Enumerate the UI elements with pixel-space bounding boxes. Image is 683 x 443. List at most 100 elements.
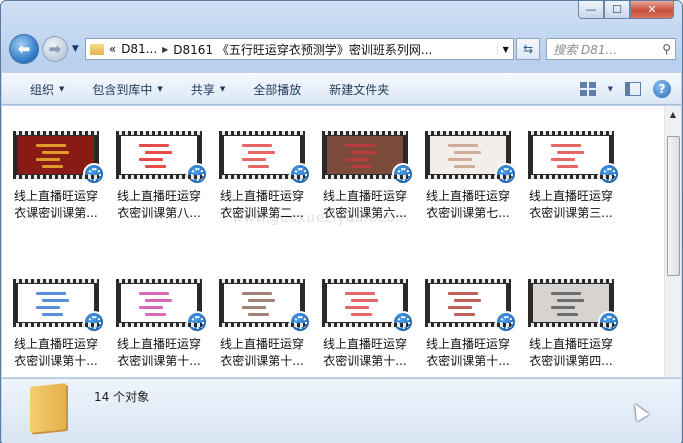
file-name: 线上直播旺运穿 衣密训课第十... <box>219 337 304 368</box>
explorer-window: — ☐ ✕ ⬅ ➡ ▼ « D81... ▶ D8161 《五行旺运穿衣预测学》… <box>0 0 683 443</box>
video-thumbnail[interactable] <box>13 279 105 333</box>
thumbnail-detail <box>42 299 69 302</box>
help-icon[interactable]: ? <box>653 80 671 98</box>
file-item[interactable]: 线上直播旺运穿 衣密训课第十... <box>212 279 312 370</box>
thumbnail-frame <box>533 136 609 174</box>
search-input[interactable]: 搜索 D81... ⚲ <box>546 38 676 60</box>
thumbnail-frame <box>327 284 403 322</box>
video-thumbnail[interactable] <box>425 131 517 185</box>
video-thumbnail[interactable] <box>219 279 311 333</box>
forward-arrow-icon: ➡ <box>48 40 62 58</box>
change-view-icon[interactable] <box>579 82 596 96</box>
video-thumbnail[interactable] <box>322 279 414 333</box>
file-item[interactable]: 线上直播旺运穿 衣密训课第十... <box>109 279 209 370</box>
folder-icon <box>30 383 66 433</box>
media-player-icon <box>289 163 311 185</box>
thumbnail-detail <box>139 144 169 147</box>
organize-menu[interactable]: 组织 ▼ <box>16 81 78 98</box>
thumbnail-frame <box>327 136 403 174</box>
file-item[interactable]: 线上直播旺运穿 衣密训课第四... <box>521 279 621 370</box>
video-thumbnail[interactable] <box>116 279 208 333</box>
media-player-icon <box>186 163 208 185</box>
view-dropdown-icon[interactable]: ▼ <box>608 85 613 93</box>
video-thumbnail[interactable] <box>528 279 620 333</box>
back-arrow-icon: ⬅ <box>17 40 31 58</box>
file-item[interactable]: 线上直播旺运穿 衣密训课第十... <box>315 279 415 370</box>
thumbnail-detail <box>454 299 481 302</box>
video-thumbnail[interactable] <box>425 279 517 333</box>
file-name: 线上直播旺运穿 衣密训课第十... <box>322 337 407 368</box>
share-menu[interactable]: 共享 ▼ <box>177 81 239 98</box>
thumbnail-detail <box>36 292 66 295</box>
preview-pane-icon[interactable] <box>625 82 641 96</box>
video-thumbnail[interactable] <box>528 131 620 185</box>
organize-label: 组织 <box>30 82 55 97</box>
file-item[interactable]: 线上直播旺运穿 衣密训课第三... <box>521 131 621 222</box>
breadcrumb-parent[interactable]: D81... <box>121 42 157 56</box>
thumbnail-detail <box>448 144 478 147</box>
file-item[interactable]: 线上直播旺运穿 衣密训课第七... <box>418 131 518 222</box>
search-icon[interactable]: ⚲ <box>662 42 671 56</box>
file-item[interactable]: 线上直播旺运穿 衣密训课第六... <box>315 131 415 222</box>
scrollbar-thumb[interactable] <box>667 136 680 276</box>
address-bar[interactable]: « D81... ▶ D8161 《五行旺运穿衣预测学》密训班系列网... ▼ <box>84 38 515 60</box>
thumbnail-detail <box>454 313 475 316</box>
file-name: 线上直播旺运穿 衣密训课第六... <box>322 189 407 220</box>
play-all-button[interactable]: 全部播放 <box>239 81 315 98</box>
thumbnail-detail <box>139 306 163 309</box>
address-dropdown-icon[interactable]: ▼ <box>497 44 513 54</box>
file-item[interactable]: 线上直播旺运穿 衣密训课第十... <box>6 279 106 370</box>
thumbnail-detail <box>351 313 372 316</box>
details-pane: 14 个对象 <box>2 378 681 443</box>
navigation-bar: ⬅ ➡ ▼ « D81... ▶ D8161 《五行旺运穿衣预测学》密训班系列网… <box>9 33 676 65</box>
maximize-button[interactable]: ☐ <box>604 1 630 19</box>
thumbnail-detail <box>345 158 369 161</box>
file-item[interactable]: 线上直播旺运穿 衣密训课第八... <box>109 131 209 222</box>
vertical-scrollbar[interactable]: ▲ <box>664 106 681 377</box>
thumbnail-detail <box>551 292 581 295</box>
file-item[interactable]: 线上直播旺运穿 衣密训课第二... <box>212 131 312 222</box>
video-thumbnail[interactable] <box>219 131 311 185</box>
file-item[interactable]: 线上直播旺运穿 衣密训课第十... <box>418 279 518 370</box>
thumbnail-detail <box>42 165 63 168</box>
media-player-icon <box>495 163 517 185</box>
close-button[interactable]: ✕ <box>630 1 674 19</box>
breadcrumb-current[interactable]: D8161 《五行旺运穿衣预测学》密训班系列网... <box>173 41 432 58</box>
thumbnail-detail <box>345 292 375 295</box>
thumbnail-detail <box>557 151 584 154</box>
thumbnail-frame <box>224 136 300 174</box>
media-player-icon <box>495 311 517 333</box>
media-player-icon <box>289 311 311 333</box>
minimize-button[interactable]: — <box>578 1 604 19</box>
path-overflow[interactable]: « <box>109 42 116 56</box>
forward-button[interactable]: ➡ <box>41 36 68 62</box>
thumbnail-detail <box>242 292 272 295</box>
back-button[interactable]: ⬅ <box>9 34 39 64</box>
share-label: 共享 <box>190 82 215 97</box>
breadcrumb-separator-icon[interactable]: ▶ <box>162 45 168 54</box>
file-name: 线上直播旺运穿 衣密训课第十... <box>116 337 201 368</box>
thumbnail-frame <box>121 136 197 174</box>
scroll-up-icon[interactable]: ▲ <box>665 106 681 123</box>
thumbnail-detail <box>248 151 275 154</box>
new-folder-button[interactable]: 新建文件夹 <box>315 81 403 98</box>
file-name: 线上直播旺运穿 衣密训课第四... <box>528 337 613 368</box>
thumbnail-frame <box>121 284 197 322</box>
thumbnail-detail <box>557 313 578 316</box>
file-list: www.guoxueziyuan.com 线上直播旺运穿 衣课密训课第... 线上… <box>2 106 681 377</box>
window-controls: — ☐ ✕ <box>578 1 674 19</box>
thumbnail-detail <box>242 158 266 161</box>
include-in-library-menu[interactable]: 包含到库中 ▼ <box>78 81 176 98</box>
thumbnail-frame <box>224 284 300 322</box>
video-thumbnail[interactable] <box>13 131 105 185</box>
file-item[interactable]: 线上直播旺运穿 衣课密训课第... <box>6 131 106 222</box>
video-thumbnail[interactable] <box>322 131 414 185</box>
thumbnail-detail <box>551 306 575 309</box>
recent-pages-dropdown-icon[interactable]: ▼ <box>72 44 79 54</box>
thumbnail-detail <box>351 151 378 154</box>
refresh-button[interactable]: ⇆ <box>516 38 541 60</box>
video-thumbnail[interactable] <box>116 131 208 185</box>
thumbnail-detail <box>36 306 60 309</box>
thumbnail-detail <box>145 313 166 316</box>
thumbnail-detail <box>242 306 266 309</box>
